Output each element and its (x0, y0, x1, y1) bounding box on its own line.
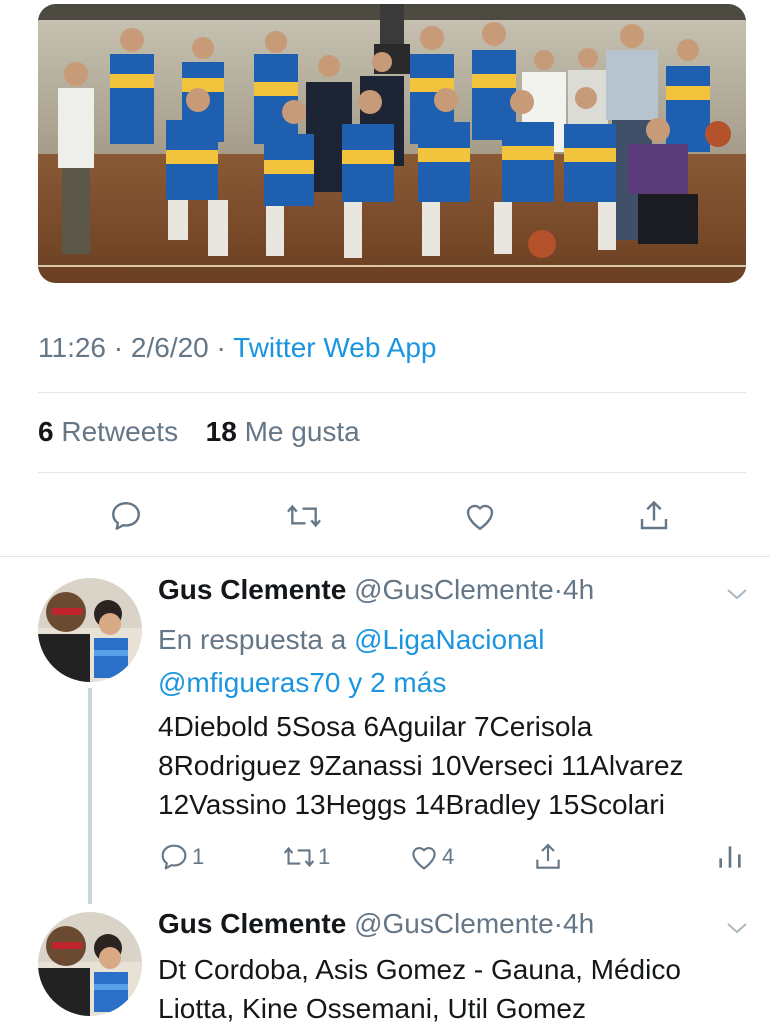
likes-count: 18 (205, 416, 237, 447)
author-name[interactable]: Gus Clemente (158, 574, 346, 605)
retweets-stat[interactable]: 6 Retweets (38, 416, 178, 447)
author-name[interactable]: Gus Clemente (158, 908, 346, 939)
heart-outline-icon (412, 847, 436, 870)
reply-context: En respuesta a @LigaNacional @mfigueras7… (158, 618, 718, 704)
reply-button[interactable]: 1 (158, 840, 204, 874)
reply-button[interactable] (104, 494, 148, 538)
retweet-arrows-icon (287, 504, 321, 528)
analytics-bars-icon (719, 846, 741, 868)
chevron-down-icon[interactable] (724, 584, 750, 604)
share-button[interactable] (632, 494, 676, 538)
chevron-down-icon[interactable] (724, 918, 750, 938)
tweet-timestamp-line: 11:26 · 2/6/20 · Twitter Web App (38, 332, 437, 363)
team-photo[interactable] (38, 4, 746, 283)
avatar-photo (38, 912, 142, 1016)
thread-connector-line (88, 688, 92, 904)
divider (38, 392, 746, 393)
likes-label: Me gusta (244, 416, 360, 447)
author-handle[interactable]: @GusClemente (354, 574, 554, 605)
mention-link[interactable]: @LigaNacional (354, 624, 544, 655)
avatar[interactable] (38, 912, 142, 1016)
tweet-date[interactable]: 2/6/20 (131, 332, 209, 363)
retweet-button[interactable] (282, 494, 326, 538)
like-button[interactable]: 4 (408, 840, 454, 874)
tweet-time[interactable]: 11:26 (38, 332, 106, 363)
team-photo-illustration (38, 4, 746, 283)
share-button[interactable] (532, 840, 564, 874)
share-upload-icon (536, 843, 560, 869)
reply-header: Gus Clemente @GusClemente·4h (158, 574, 594, 606)
speech-bubble-icon (112, 502, 140, 530)
retweets-count: 6 (38, 416, 54, 447)
tweet-age[interactable]: 4h (563, 574, 594, 605)
avatar-photo (38, 578, 142, 682)
tweet-text-line: Liotta, Kine Ossemani, Util Gomez (158, 993, 586, 1024)
tweet-text-line: 12Vassino 13Heggs 14Bradley 15Scolari (158, 789, 665, 820)
separator-dot: · (553, 908, 563, 939)
retweet-arrows-icon (283, 846, 315, 868)
section-divider (0, 556, 770, 557)
retweets-label: Retweets (61, 416, 179, 447)
share-upload-icon (640, 500, 668, 530)
tweet-body: Dt Cordoba, Asis Gomez - Gauna, Médico L… (158, 950, 748, 1028)
reply-count: 1 (192, 844, 205, 869)
author-handle[interactable]: @GusClemente (354, 908, 554, 939)
analytics-button[interactable] (716, 840, 744, 874)
tweet-stats: 6 Retweets 18 Me gusta (38, 416, 360, 448)
speech-bubble-icon (161, 844, 187, 870)
tweet-text-line: Dt Cordoba, Asis Gomez - Gauna, Médico (158, 954, 681, 985)
mention-link[interactable]: @mfigueras70 (158, 667, 341, 698)
tweet-action-bar (0, 494, 770, 538)
like-count: 4 (442, 844, 455, 869)
tweet-text-line: 4Diebold 5Sosa 6Aguilar 7Cerisola (158, 711, 593, 742)
reply-header: Gus Clemente @GusClemente·4h (158, 908, 594, 940)
avatar[interactable] (38, 578, 142, 682)
tweet-body: 4Diebold 5Sosa 6Aguilar 7Cerisola 8Rodri… (158, 707, 748, 824)
separator-dot: · (553, 574, 563, 605)
tweet-source-link[interactable]: Twitter Web App (233, 332, 436, 363)
heart-outline-icon (466, 504, 494, 530)
likes-stat[interactable]: 18 Me gusta (206, 416, 360, 447)
tweet-text-line: 8Rodriguez 9Zanassi 10Verseci 11Alvarez (158, 750, 684, 781)
more-mentions-link[interactable]: y 2 más (348, 667, 446, 698)
retweet-count: 1 (318, 844, 331, 869)
retweet-button[interactable]: 1 (282, 840, 330, 874)
tweet-age[interactable]: 4h (563, 908, 594, 939)
like-button[interactable] (458, 494, 502, 538)
reply-prefix: En respuesta a (158, 624, 347, 655)
divider (38, 472, 746, 473)
